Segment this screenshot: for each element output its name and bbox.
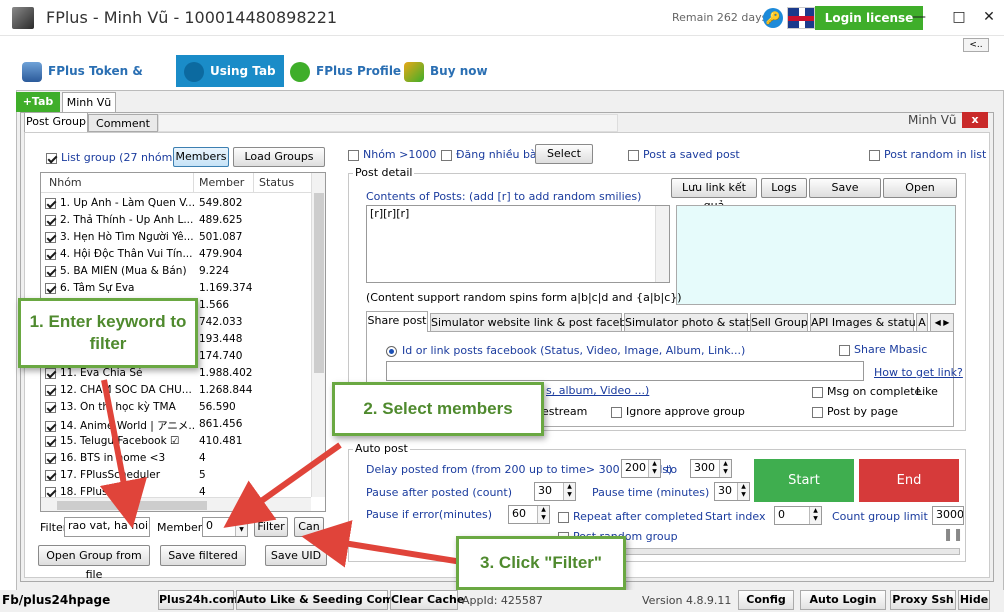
callout-click-filter: 3. Click "Filter" xyxy=(456,536,626,590)
app-window: FPlus - Minh Vũ - 100014480898221 Remain… xyxy=(0,0,1004,612)
fb-page-label: Fb/plus24hpage xyxy=(2,593,111,607)
callout-enter-keyword: 1. Enter keyword to filter xyxy=(18,298,198,368)
callout-select-members: 2. Select members xyxy=(332,382,544,436)
arrow-3 xyxy=(301,520,463,568)
arrow-2 xyxy=(223,442,342,528)
version-label: Version 4.8.9.11 xyxy=(642,594,732,607)
auto-like-button[interactable]: Auto Like & Seeding Com... xyxy=(236,590,406,610)
auto-login-button[interactable]: Auto Login xyxy=(800,590,886,610)
app-id: AppId: 425587 xyxy=(462,594,543,607)
proxy-ssh-button[interactable]: Proxy Ssh xyxy=(890,590,956,610)
config-button[interactable]: Config xyxy=(738,590,794,610)
clear-cache-button[interactable]: Clear Cache xyxy=(390,590,464,610)
arrow-1 xyxy=(99,379,148,529)
plus24h-button[interactable]: Plus24h.com xyxy=(158,590,238,610)
hide-button[interactable]: Hide xyxy=(958,590,990,610)
